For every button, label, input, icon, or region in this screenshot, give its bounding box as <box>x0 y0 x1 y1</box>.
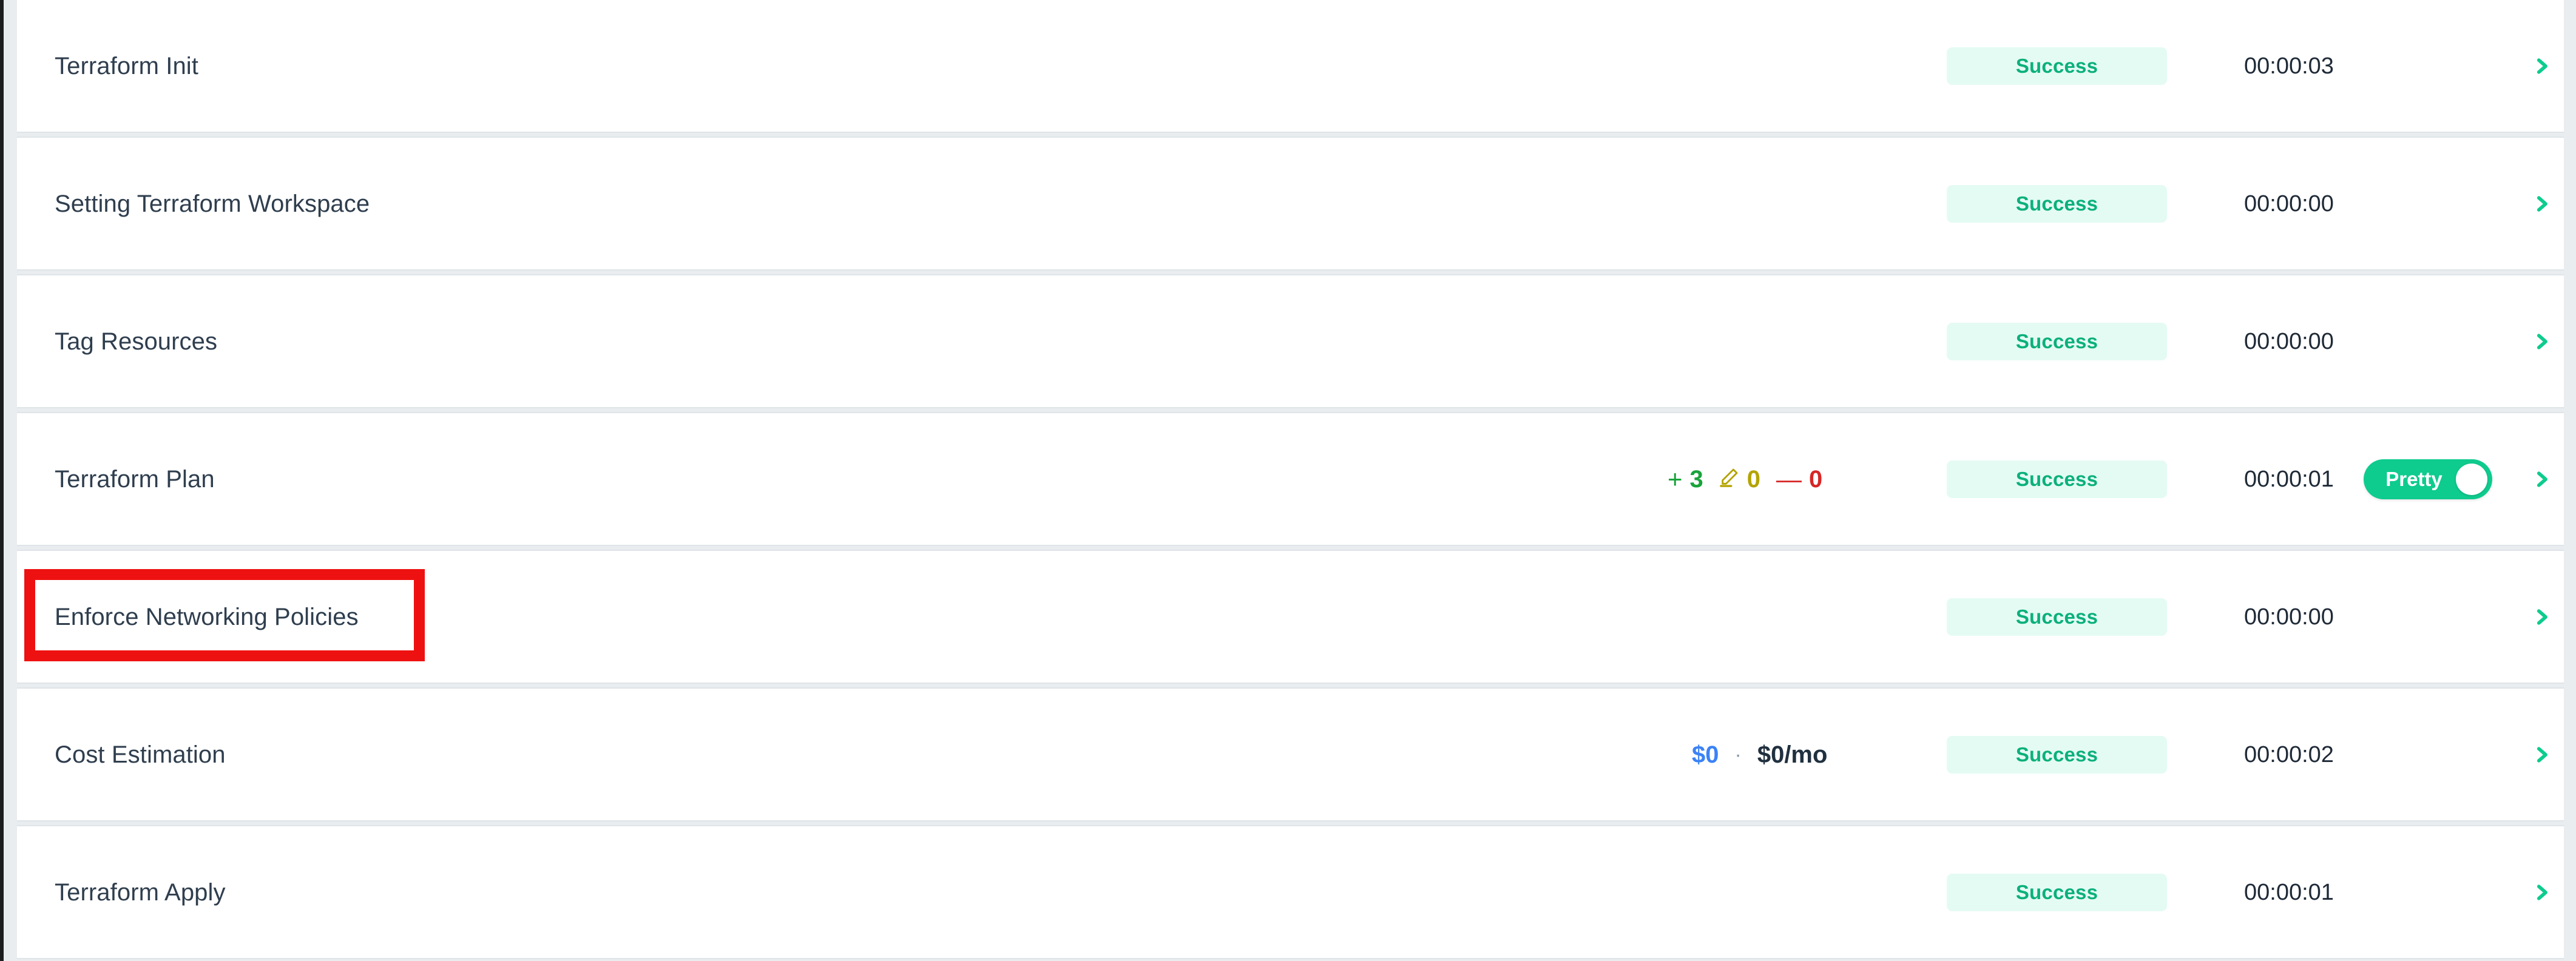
cost-estimate: $0 · $0/mo <box>1692 743 1827 767</box>
step-duration: 00:00:00 <box>2244 328 2334 354</box>
minus-icon: — <box>1776 464 1802 493</box>
step-duration: 00:00:03 <box>2244 53 2334 79</box>
plan-change-counts: +3 0—0 <box>1668 464 1823 493</box>
status-badge: Success <box>1947 460 2167 498</box>
step-duration: 00:00:01 <box>2244 879 2334 905</box>
plan-changes: 0 <box>1719 467 1760 491</box>
step-title: Enforce Networking Policies <box>55 603 359 630</box>
pencil-icon <box>1719 467 1740 491</box>
chevron-right-icon[interactable] <box>2529 329 2554 354</box>
cost-separator: · <box>1734 743 1742 766</box>
viewport-left-edge <box>0 0 4 961</box>
status-badge: Success <box>1947 47 2167 85</box>
status-badge: Success <box>1947 322 2167 360</box>
chevron-right-icon[interactable] <box>2529 880 2554 905</box>
chevron-right-icon[interactable] <box>2529 605 2554 629</box>
cost-monthly: $0/mo <box>1757 741 1828 768</box>
pretty-toggle-label: Pretty <box>2385 467 2442 490</box>
step-duration: 00:00:00 <box>2244 191 2334 217</box>
plan-additions: +3 <box>1668 464 1703 493</box>
step-row[interactable]: Tag Resources Success 00:00:00 <box>17 274 2564 408</box>
step-row[interactable]: Enforce Networking Policies Success 00:00:… <box>17 550 2564 684</box>
plan-additions-value: 3 <box>1689 465 1703 493</box>
plan-changes-value: 0 <box>1746 465 1761 493</box>
step-title: Cost Estimation <box>55 741 226 768</box>
step-title: Terraform Apply <box>55 878 226 906</box>
plus-icon: + <box>1668 464 1683 493</box>
left-gutter <box>4 0 17 961</box>
step-row[interactable]: Terraform Apply Success 00:00:01 <box>17 825 2564 959</box>
pipeline-step-list: Terraform Init Success 00:00:03 Setting Ter… <box>17 0 2564 961</box>
status-badge: Success <box>1947 598 2167 636</box>
step-row[interactable]: Terraform Plan +3 0—0 Success 00:00:01 Pretty <box>17 412 2564 546</box>
status-badge: Success <box>1947 873 2167 911</box>
step-title: Setting Terraform Workspace <box>55 190 370 217</box>
plan-deletions: —0 <box>1776 464 1823 493</box>
status-badge: Success <box>1947 184 2167 223</box>
step-row[interactable]: Terraform Init Success 00:00:03 <box>17 0 2564 133</box>
step-title: Terraform Init <box>55 52 199 79</box>
right-gutter <box>2564 0 2576 961</box>
step-title: Terraform Plan <box>55 465 215 493</box>
status-badge: Success <box>1947 735 2167 774</box>
chevron-right-icon[interactable] <box>2529 192 2554 216</box>
step-duration: 00:00:01 <box>2244 466 2334 492</box>
pretty-toggle[interactable]: Pretty <box>2364 459 2492 499</box>
step-row[interactable]: Cost Estimation $0 · $0/mo Success 00:00:02 <box>17 687 2564 821</box>
cost-current: $0 <box>1692 741 1719 768</box>
chevron-right-icon[interactable] <box>2529 743 2554 767</box>
step-title: Tag Resources <box>55 328 218 355</box>
step-duration: 00:00:00 <box>2244 604 2334 630</box>
pipeline-steps-page: Terraform Init Success 00:00:03 Setting Ter… <box>0 0 2576 961</box>
pretty-toggle-knob[interactable] <box>2456 463 2487 495</box>
chevron-right-icon[interactable] <box>2529 467 2554 491</box>
step-row[interactable]: Setting Terraform Workspace Success 00:00:… <box>17 137 2564 271</box>
step-duration: 00:00:02 <box>2244 741 2334 767</box>
plan-deletions-value: 0 <box>1809 465 1823 493</box>
chevron-right-icon[interactable] <box>2529 54 2554 78</box>
